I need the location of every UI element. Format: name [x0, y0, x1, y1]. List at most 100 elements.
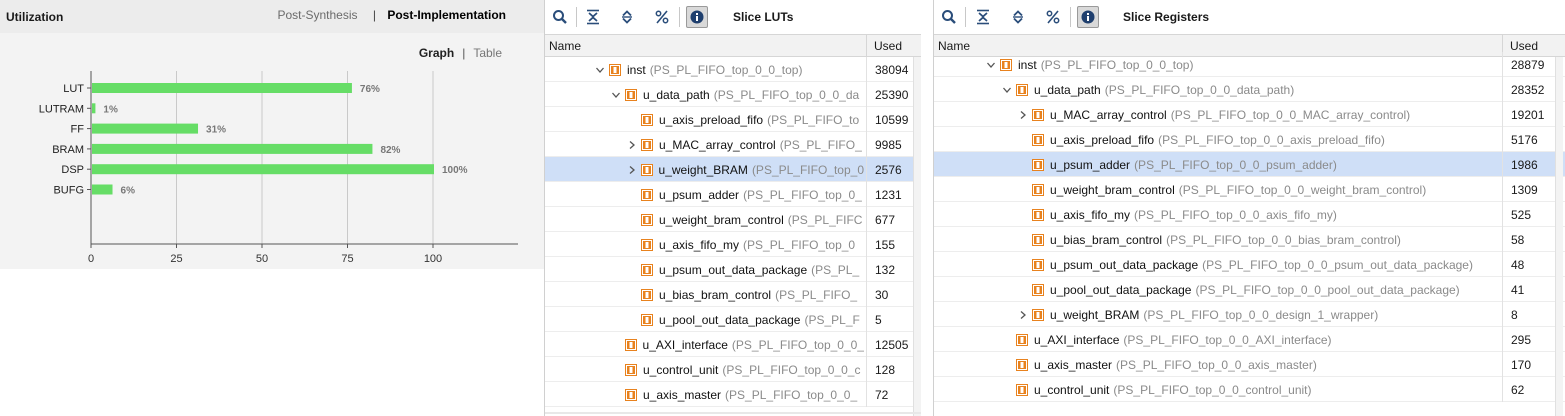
used-value: 1231	[866, 182, 913, 207]
table-row[interactable]: u_axis_master (PS_PL_FIFO_top_0_0_axis_ma…	[934, 352, 1565, 377]
table-row[interactable]: u_data_path (PS_PL_FIFO_top_0_0_data_path…	[934, 77, 1565, 102]
registers-title: Slice Registers	[1123, 10, 1210, 24]
table-row[interactable]: u_AXI_interface (PS_PL_FIFO_top_0_0_AXI_i…	[934, 327, 1565, 352]
registers-vertical-scrollbar[interactable]	[1555, 57, 1563, 416]
table-row[interactable]: u_weight_bram_control (PS_PL_FIFC 677	[545, 207, 921, 232]
module-name: (PS_PL_FIFO_top_0_0_bias_bram_control)	[1166, 232, 1401, 247]
tab-separator: |	[372, 8, 376, 22]
used-value: 295	[1502, 327, 1555, 352]
used-column-header[interactable]: Used	[1510, 39, 1538, 53]
collapse-all-icon[interactable]	[582, 6, 604, 28]
name-cell: u_weight_BRAM (PS_PL_FIFO_top_0_0_design_…	[1016, 302, 1500, 327]
category-label: DSP	[61, 164, 84, 176]
data-label: 1%	[103, 104, 118, 115]
table-row[interactable]: u_control_unit (PS_PL_FIFO_top_0_0_c 128	[545, 357, 921, 382]
name-column-header[interactable]: Name	[938, 39, 970, 53]
toolbar-separator	[965, 7, 966, 27]
table-row[interactable]: u_axis_master (PS_PL_FIFO_top_0_0_ 72	[545, 382, 921, 407]
table-row[interactable]: u_weight_bram_control (PS_PL_FIFO_top_0_0…	[934, 177, 1565, 202]
module-icon	[641, 263, 653, 276]
table-row[interactable]: u_psum_adder (PS_PL_FIFO_top_0_ 1231	[545, 182, 921, 207]
expand-all-icon[interactable]	[616, 6, 638, 28]
info-icon[interactable]	[686, 6, 708, 28]
module-icon	[1032, 158, 1044, 171]
table-row[interactable]: u_axis_fifo_my (PS_PL_FIFO_top_0_0_axis_f…	[934, 202, 1565, 227]
chevron-right-icon[interactable]	[1016, 308, 1030, 322]
table-row[interactable]: u_MAC_array_control (PS_PL_FIFO_top_0_0_M…	[934, 102, 1565, 127]
bar-ff	[92, 123, 199, 134]
instance-name: u_data_path	[1034, 82, 1101, 97]
plot-area	[91, 71, 518, 244]
module-name: (PS_PL_FIFO_top_0_0_design_1_wrapper)	[1143, 307, 1379, 322]
module-icon	[1016, 333, 1028, 346]
table-row[interactable]: u_control_unit (PS_PL_FIFO_top_0_0_contro…	[934, 377, 1565, 402]
table-row[interactable]: u_axis_fifo_my (PS_PL_FIFO_top_0 155	[545, 232, 921, 257]
table-row[interactable]: u_psum_adder (PS_PL_FIFO_top_0_0_psum_add…	[934, 152, 1565, 177]
run-tabs: Post-Synthesis | Post-Implementation	[277, 8, 506, 22]
used-value: 677	[866, 207, 913, 232]
module-name: (PS_PL_FIFO_top_0_	[743, 187, 862, 202]
search-icon[interactable]	[938, 6, 960, 28]
instance-name: u_psum_out_data_package	[659, 262, 808, 277]
table-row[interactable]: u_MAC_array_control (PS_PL_FIFO_ 9985	[545, 132, 921, 157]
module-icon	[1032, 183, 1044, 196]
table-row[interactable]: u_pool_out_data_package (PS_PL_FIFO_top_0…	[934, 277, 1565, 302]
used-value: 525	[1502, 202, 1555, 227]
table-row[interactable]: u_pool_out_data_package (PS_PL_F 5	[545, 307, 921, 332]
luts-horizontal-scrollbar[interactable]	[545, 412, 921, 414]
chevron-right-icon[interactable]	[1016, 108, 1030, 122]
used-column-header[interactable]: Used	[874, 39, 902, 53]
chevron-down-icon[interactable]	[593, 63, 607, 77]
table-row[interactable]: u_bias_bram_control (PS_PL_FIFO_ 30	[545, 282, 921, 307]
table-row[interactable]: u_axis_preload_fifo (PS_PL_FIFO_top_0_0_a…	[934, 127, 1565, 152]
table-row[interactable]: inst (PS_PL_FIFO_top_0_0_top) 38094	[545, 57, 921, 82]
expand-all-icon[interactable]	[1007, 6, 1029, 28]
table-row[interactable]: u_weight_BRAM (PS_PL_FIFO_top_0_0_design_…	[934, 302, 1565, 327]
luts-vertical-scrollbar[interactable]	[913, 57, 921, 416]
instance-name: u_pool_out_data_package	[659, 312, 801, 327]
search-icon[interactable]	[549, 6, 571, 28]
table-row[interactable]: u_psum_out_data_package (PS_PL_ 132	[545, 257, 921, 282]
name-cell: u_psum_out_data_package (PS_PL_FIFO_top_0…	[1016, 252, 1500, 277]
tab-post-synthesis[interactable]: Post-Synthesis	[277, 8, 357, 22]
utilization-bar-chart: 0 25 50 75 100 LUT 76% LUTRAM 1% FF 31% BRAM 82% DSP 1…	[39, 71, 518, 265]
registers-toolbar: Slice Registers	[934, 0, 1565, 33]
module-icon	[1032, 208, 1044, 221]
toolbar-separator	[576, 7, 577, 27]
category-label: BUFG	[53, 185, 84, 197]
percent-icon[interactable]	[651, 6, 673, 28]
instance-name: u_weight_BRAM	[1050, 307, 1140, 322]
table-row[interactable]: u_bias_bram_control (PS_PL_FIFO_top_0_0_b…	[934, 227, 1565, 252]
module-icon	[641, 213, 653, 226]
name-column-header[interactable]: Name	[549, 39, 581, 53]
module-icon	[640, 163, 653, 176]
module-name: (PS_PL_FIFO_	[775, 287, 858, 302]
module-name: (PS_PL_FIFO_top_0_0_axis_fifo_my)	[1134, 207, 1337, 222]
column-divider[interactable]	[866, 35, 867, 58]
module-icon	[1016, 83, 1028, 96]
info-icon[interactable]	[1077, 6, 1099, 28]
table-row[interactable]: u_axis_preload_fifo (PS_PL_FIFO_to 10599	[545, 107, 921, 132]
used-value: 41	[1502, 277, 1555, 302]
chevron-right-icon[interactable]	[625, 163, 639, 177]
instance-name: u_axis_master	[643, 387, 722, 402]
table-row[interactable]: inst (PS_PL_FIFO_top_0_0_top) 28879	[934, 52, 1565, 77]
bar-bram	[92, 143, 373, 154]
module-name: (PS_PL_	[811, 262, 860, 277]
chevron-down-icon[interactable]	[609, 88, 623, 102]
name-cell: u_MAC_array_control (PS_PL_FIFO_	[625, 132, 864, 157]
tab-post-implementation[interactable]: Post-Implementation	[387, 8, 506, 22]
chevron-down-icon[interactable]	[1000, 83, 1014, 97]
table-row[interactable]: u_weight_BRAM (PS_PL_FIFO_top_0 2576	[545, 157, 921, 182]
chevron-down-icon[interactable]	[984, 58, 998, 72]
utilization-panel: Utilization Post-Synthesis | Post-Implem…	[0, 0, 544, 416]
percent-icon[interactable]	[1042, 6, 1064, 28]
module-name: (PS_PL_FIFO_top_0	[751, 162, 864, 177]
table-row[interactable]: u_psum_out_data_package (PS_PL_FIFO_top_0…	[934, 252, 1565, 277]
chevron-right-icon[interactable]	[625, 138, 639, 152]
collapse-all-icon[interactable]	[972, 6, 994, 28]
table-row[interactable]: u_AXI_interface (PS_PL_FIFO_top_0_0_ 12505	[545, 332, 921, 357]
instance-name: u_control_unit	[1034, 382, 1110, 397]
table-row[interactable]: u_data_path (PS_PL_FIFO_top_0_0_da 25390	[545, 82, 921, 107]
luts-toolbar: Slice LUTs	[545, 0, 921, 33]
